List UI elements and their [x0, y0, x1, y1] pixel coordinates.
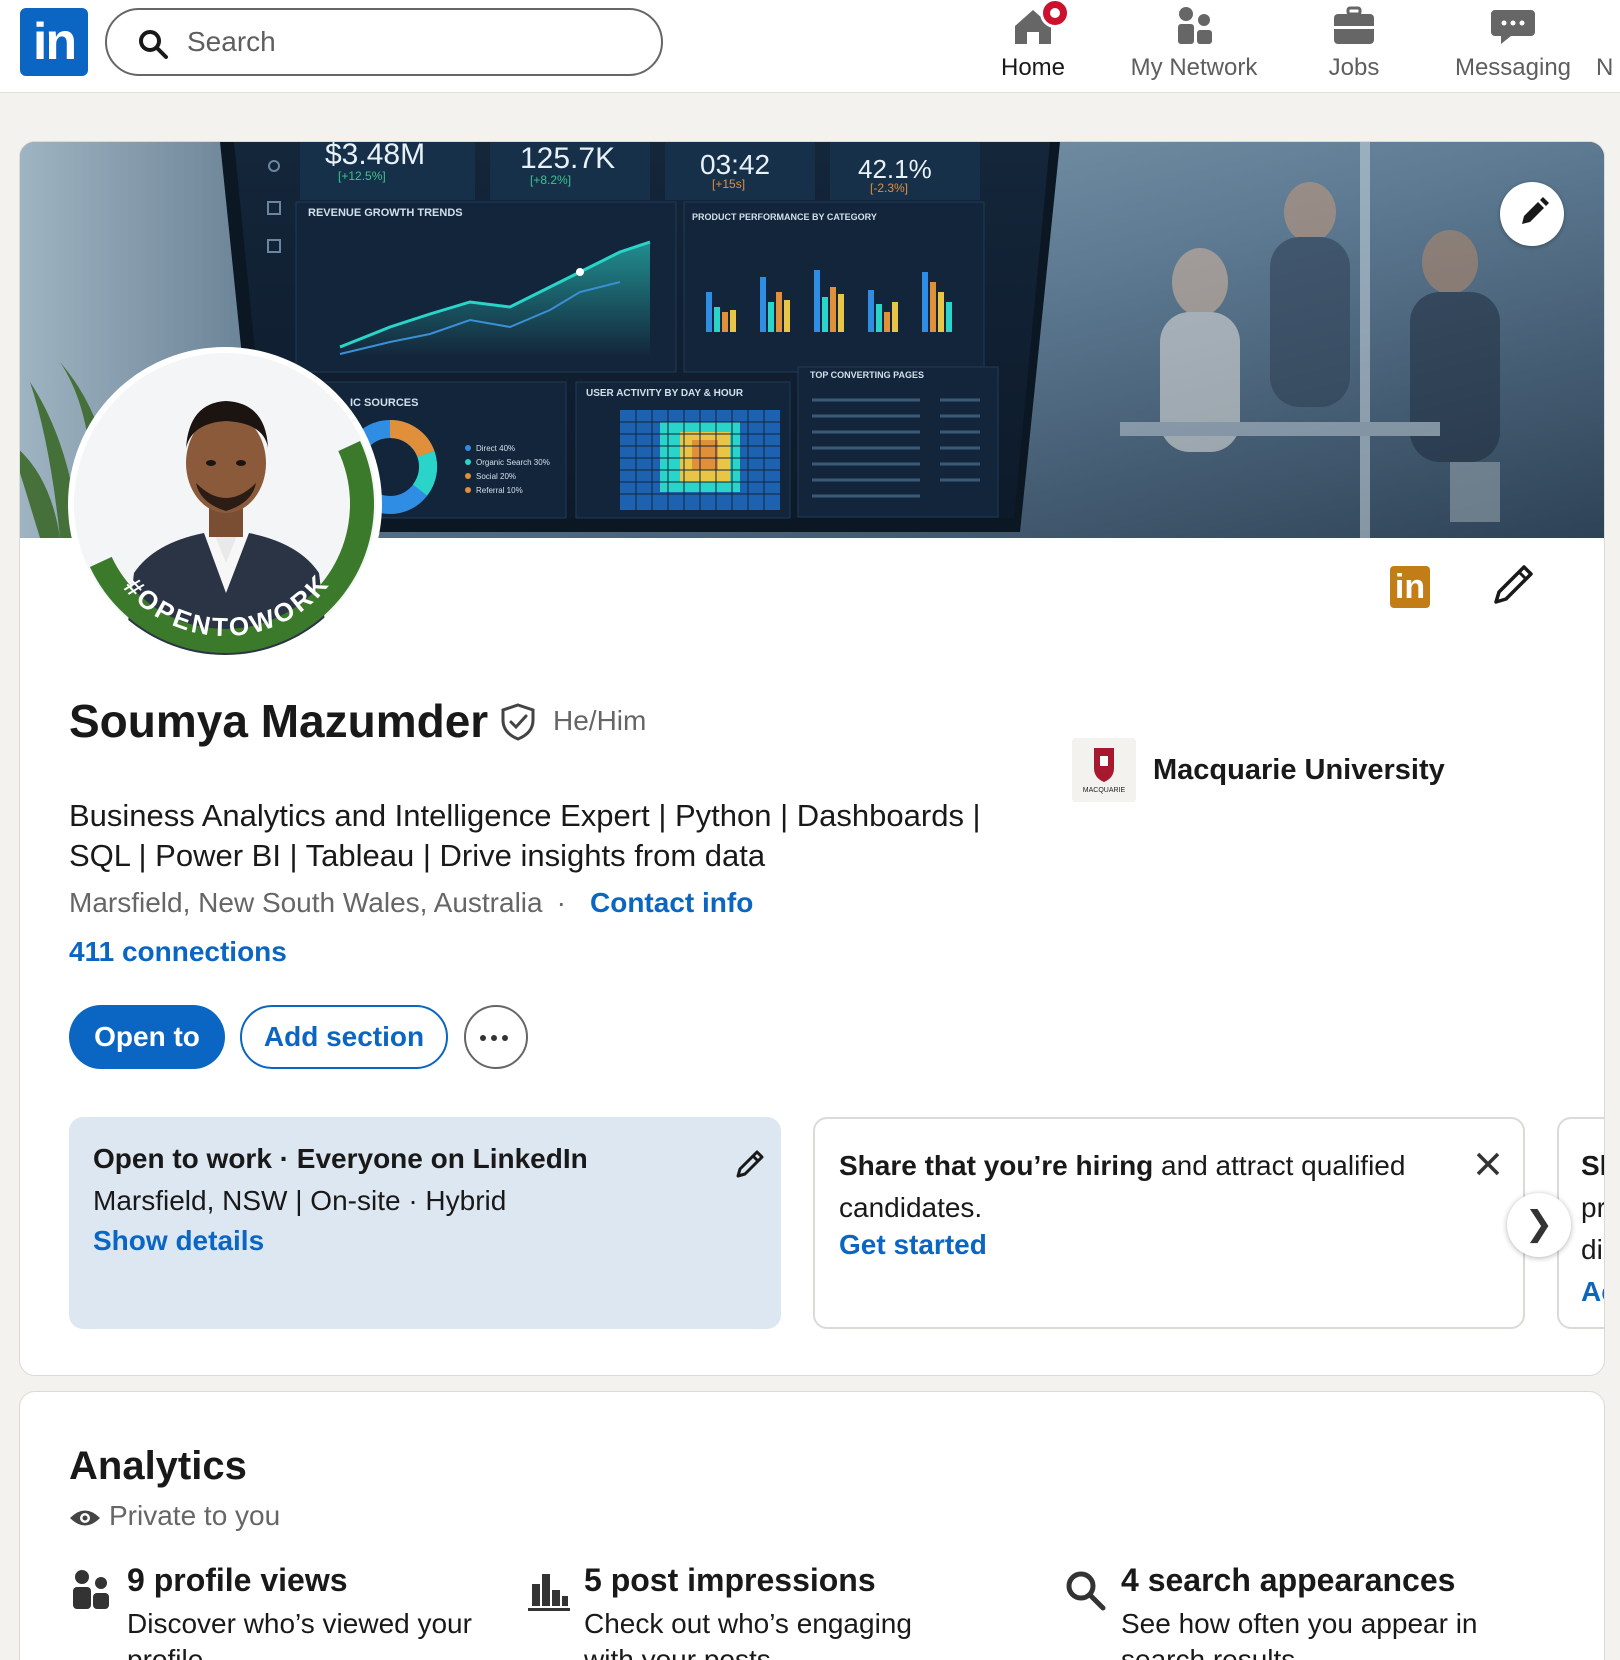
- legend-direct: Direct 40%: [476, 444, 515, 453]
- university-logo-text: MACQUARIE: [1083, 787, 1126, 794]
- briefcase-icon: [1334, 6, 1374, 44]
- open-to-work-card: Open to work · Everyone on LinkedIn Mars…: [69, 1117, 781, 1329]
- peek-line-4[interactable]: Ac: [1581, 1271, 1604, 1313]
- analytics-privacy-text: Private to you: [109, 1500, 281, 1531]
- metric-title: 4 search appearances: [1121, 1562, 1456, 1598]
- nav-notifications[interactable]: N: [1596, 0, 1620, 92]
- ellipsis-icon: [480, 1035, 486, 1041]
- nav-home[interactable]: Home: [990, 0, 1076, 92]
- share-hiring-card: Share that you’re hiring and attract qua…: [813, 1117, 1525, 1329]
- people-icon: [1178, 7, 1212, 44]
- hiring-text: Share that you’re hiring and attract qua…: [839, 1145, 1439, 1229]
- kpi-delta-1: [+12.5%]: [338, 169, 386, 183]
- kpi-revenue: $3.48M: [325, 142, 425, 171]
- edit-profile-pencil-icon[interactable]: [1488, 560, 1538, 610]
- profile-photo[interactable]: [68, 347, 382, 661]
- pencil-icon: [1522, 197, 1549, 224]
- connections-link[interactable]: 411 connections: [69, 936, 287, 968]
- hiring-bold-text: Share that you’re hiring: [839, 1150, 1154, 1181]
- analytics-card: Analytics Private to you 9 profile views…: [19, 1391, 1605, 1660]
- analytics-title: Analytics: [69, 1444, 247, 1488]
- kpi-delta-2: [+8.2%]: [530, 173, 571, 187]
- university-crest-icon: MACQUARIE: [1072, 738, 1136, 802]
- search-bar[interactable]: [105, 8, 663, 76]
- nav-jobs[interactable]: Jobs: [1300, 0, 1408, 92]
- profile-pronouns: He/Him: [553, 705, 647, 736]
- panel-title-sources: IC SOURCES: [350, 397, 418, 409]
- kpi-duration: 03:42: [700, 149, 770, 180]
- kpi-rate: 42.1%: [858, 154, 932, 184]
- open-to-work-title: Open to work · Everyone on LinkedIn: [93, 1143, 588, 1174]
- search-icon: [1066, 1571, 1106, 1611]
- open-to-work-subtitle: Marsfield, NSW | On-site · Hybrid: [93, 1185, 507, 1216]
- analytics-privacy: Private to you: [69, 1500, 280, 1532]
- nav-messaging-label: Messaging: [1454, 54, 1572, 81]
- profile-headline: Business Analytics and Intelligence Expe…: [69, 798, 981, 873]
- contact-info-link[interactable]: Contact info: [590, 887, 753, 919]
- metric-title: 5 post impressions: [584, 1562, 876, 1598]
- profile-name: Soumya Mazumder: [69, 695, 489, 747]
- edit-banner-button[interactable]: [1500, 182, 1564, 246]
- separator-dot: ·: [556, 887, 566, 918]
- macquarie-university-logo[interactable]: MACQUARIE: [1072, 738, 1136, 802]
- linkedin-logo[interactable]: in: [20, 8, 88, 76]
- chevron-right-icon: ❯: [1524, 1205, 1554, 1243]
- chat-icon: [1491, 10, 1535, 44]
- legend-referral: Referral 10%: [476, 486, 523, 495]
- panel-title-pages: TOP CONVERTING PAGES: [810, 370, 924, 380]
- global-nav: in Home My Network Jobs: [0, 0, 1620, 93]
- kpi-delta-4: [-2.3%]: [870, 181, 908, 195]
- kpi-delta-3: [+15s]: [712, 177, 745, 191]
- profile-photo-image: [74, 353, 376, 655]
- metric-title: 9 profile views: [127, 1562, 348, 1598]
- add-section-button[interactable]: Add section: [240, 1005, 448, 1069]
- panel-title-product: PRODUCT PERFORMANCE BY CATEGORY: [692, 212, 877, 222]
- metric-description: Check out who’s engaging with your posts…: [584, 1608, 912, 1660]
- profile-card: $3.48M 125.7K 03:42 42.1% [+12.5%] [+8.2…: [19, 141, 1605, 1376]
- profile-location-text: Marsfield, New South Wales, Australia: [69, 887, 543, 918]
- nav-jobs-label: Jobs: [1328, 54, 1380, 81]
- panel-title-revenue: REVENUE GROWTH TRENDS: [308, 207, 463, 219]
- legend-social: Social 20%: [476, 472, 516, 481]
- peek-text: Sl pr di Ac: [1581, 1145, 1605, 1313]
- peek-line-2: pr: [1581, 1192, 1605, 1223]
- close-icon[interactable]: [1473, 1149, 1503, 1179]
- nav-home-label: Home: [1000, 54, 1066, 81]
- get-started-link[interactable]: Get started: [839, 1229, 987, 1261]
- nav-my-network-label: My Network: [1130, 54, 1258, 81]
- legend-organic: Organic Search 30%: [476, 458, 550, 467]
- metric-description: Discover who’s viewed your profile.: [127, 1608, 472, 1660]
- metric-description: See how often you appear in search resul…: [1121, 1608, 1478, 1660]
- bar-chart-icon: [528, 1574, 570, 1611]
- peek-line-1: Sl: [1581, 1150, 1605, 1181]
- verified-shield-icon[interactable]: [498, 702, 538, 742]
- peek-line-3: di: [1581, 1234, 1603, 1265]
- people-icon: [73, 1570, 109, 1609]
- search-icon: [139, 30, 168, 59]
- nav-my-network[interactable]: My Network: [1122, 0, 1266, 92]
- edit-pencil-icon[interactable]: [733, 1147, 767, 1181]
- show-details-link[interactable]: Show details: [93, 1225, 264, 1257]
- more-actions-button[interactable]: [464, 1005, 528, 1069]
- carousel-next-button[interactable]: ❯: [1507, 1193, 1571, 1257]
- search-input[interactable]: [187, 20, 627, 64]
- premium-badge-icon[interactable]: in: [1390, 566, 1430, 608]
- education-name[interactable]: Macquarie University: [1153, 754, 1445, 787]
- kpi-users: 125.7K: [520, 142, 615, 175]
- nav-notifications-label: N: [1596, 54, 1614, 81]
- profile-location: Marsfield, New South Wales, Australia ·: [69, 887, 566, 919]
- panel-title-activity: USER ACTIVITY BY DAY & HOUR: [586, 388, 744, 399]
- eye-icon: [70, 1510, 100, 1526]
- notification-badge: [1040, 0, 1070, 28]
- nav-messaging[interactable]: Messaging: [1450, 0, 1576, 92]
- open-to-button[interactable]: Open to: [69, 1005, 225, 1069]
